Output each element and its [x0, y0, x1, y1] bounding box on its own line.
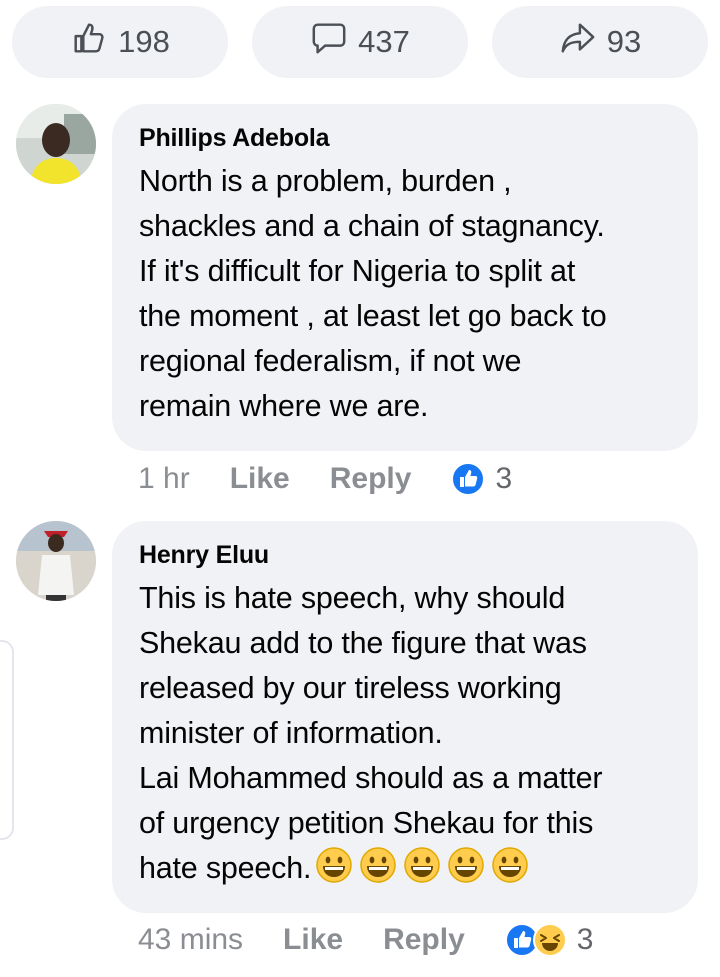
haha-reaction-icon	[532, 923, 567, 957]
comment-reply-button[interactable]: Reply	[383, 923, 465, 957]
emoji-group	[315, 846, 529, 884]
comment-meta: 1 hr Like Reply 3	[138, 457, 512, 501]
comment-text: This is hate speech, why should Shekau a…	[139, 576, 672, 891]
comment-time[interactable]: 1 hr	[138, 462, 190, 496]
comment-author[interactable]: Henry Eluu	[139, 541, 672, 570]
comment-author[interactable]: Phillips Adebola	[139, 124, 672, 153]
grinning-face-emoji	[360, 847, 397, 883]
grinning-face-emoji	[404, 847, 441, 883]
avatar[interactable]	[16, 104, 96, 184]
comment-button[interactable]: 437	[252, 6, 468, 78]
reaction-summary[interactable]: 3	[504, 923, 594, 957]
like-count: 198	[118, 24, 170, 59]
reaction-count: 3	[576, 923, 594, 956]
like-button[interactable]: 198	[12, 6, 228, 78]
like-reaction-icon	[451, 462, 486, 496]
comment-meta: 43 mins Like Reply 3	[138, 918, 593, 962]
share-count: 93	[606, 24, 642, 59]
thumbs-up-icon	[70, 19, 108, 65]
comment-bubble: Phillips Adebola North is a problem, bur…	[112, 104, 698, 451]
comment-time[interactable]: 43 mins	[138, 923, 243, 957]
side-panel-edge	[0, 640, 14, 840]
comment-text: North is a problem, burden , shackles an…	[139, 164, 607, 423]
grinning-face-emoji	[316, 847, 353, 883]
comment-icon	[310, 19, 348, 65]
grinning-face-emoji	[448, 847, 485, 883]
comment-like-button[interactable]: Like	[230, 462, 290, 496]
comment-like-button[interactable]: Like	[283, 923, 343, 957]
share-button[interactable]: 93	[492, 6, 708, 78]
avatar[interactable]	[16, 521, 96, 601]
grinning-face-emoji	[492, 847, 529, 883]
reaction-count: 3	[495, 462, 513, 495]
share-arrow-icon	[559, 19, 597, 65]
comment-bubble: Henry Eluu This is hate speech, why shou…	[112, 521, 698, 913]
comment-count: 437	[358, 24, 410, 59]
post-action-bar: 198 437 93	[12, 6, 708, 78]
reaction-summary[interactable]: 3	[451, 462, 512, 496]
comment-text-body: This is hate speech, why should Shekau a…	[139, 581, 603, 885]
comment-reply-button[interactable]: Reply	[330, 462, 412, 496]
